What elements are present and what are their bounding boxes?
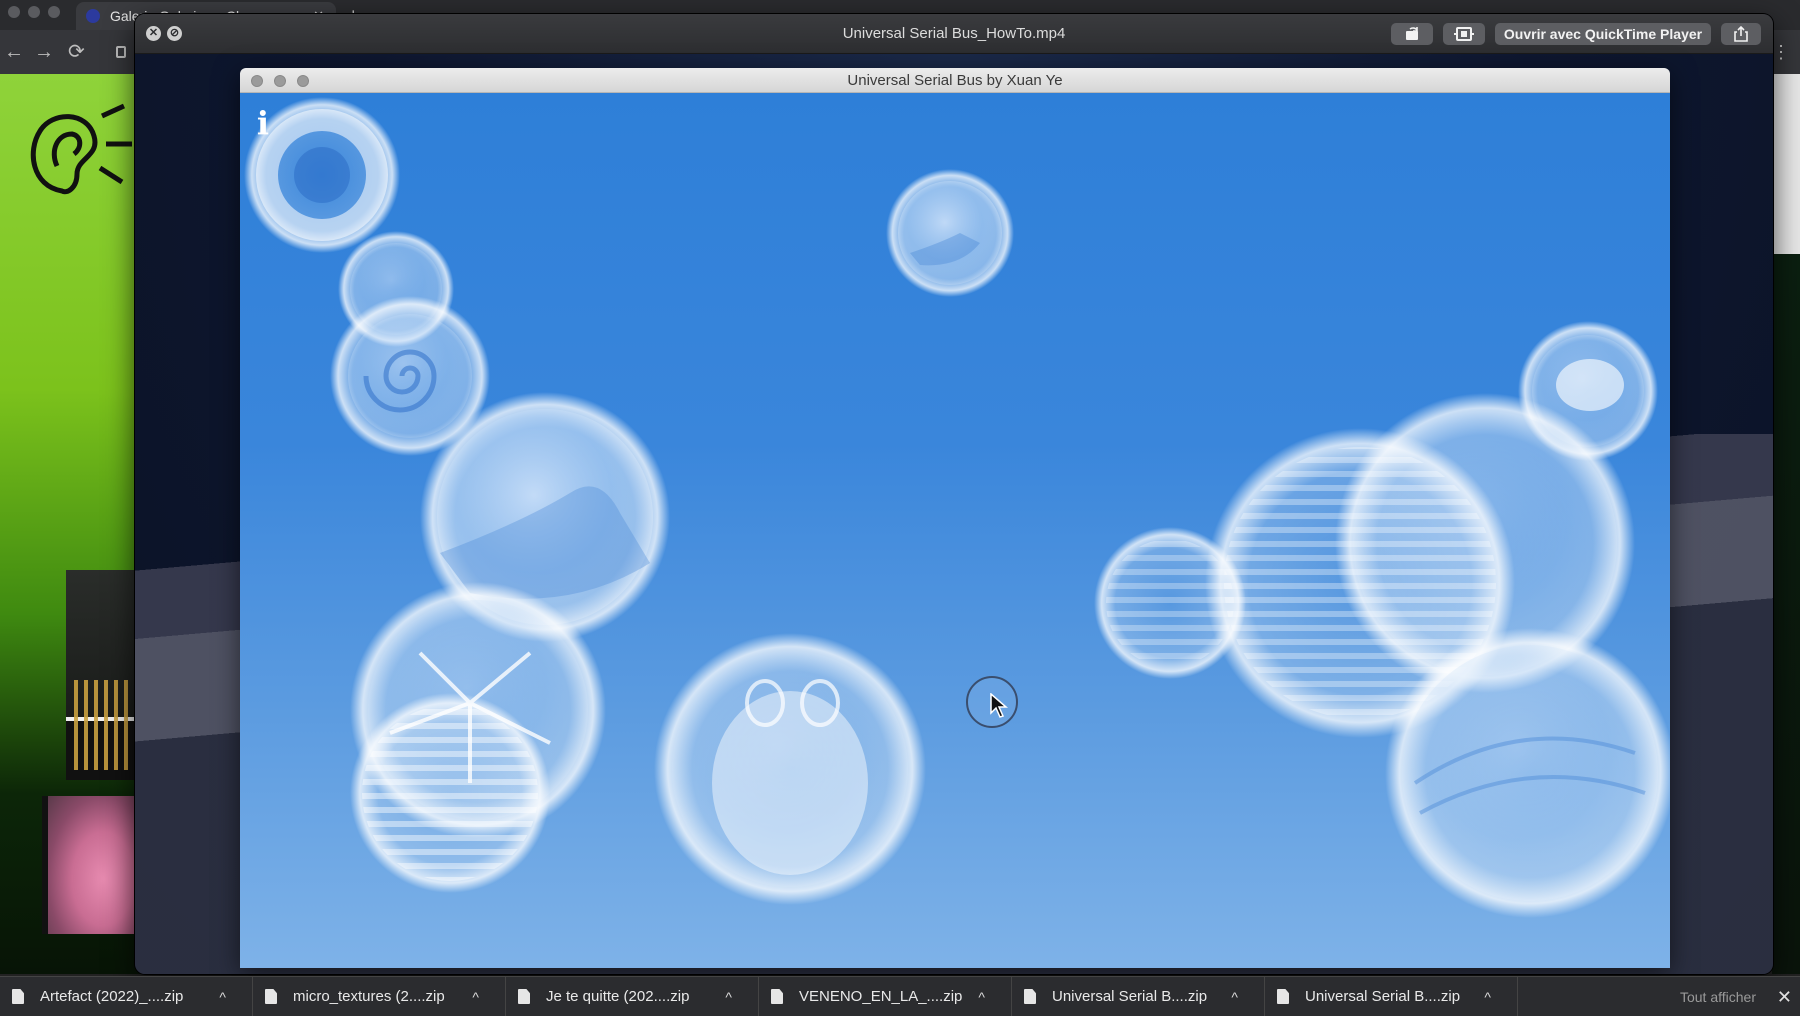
share-button[interactable] bbox=[1721, 23, 1761, 45]
show-all-downloads-link[interactable]: Tout afficher bbox=[1680, 977, 1756, 1016]
browser-traffic-lights bbox=[8, 6, 60, 18]
chevron-up-icon[interactable]: ^ bbox=[978, 977, 985, 1016]
ear-doodle-icon bbox=[30, 103, 132, 195]
download-name: Universal Serial B....zip bbox=[1052, 988, 1208, 1005]
close-icon[interactable]: ✕ bbox=[1777, 977, 1792, 1016]
rotate-icon bbox=[1406, 27, 1418, 40]
browser-menu-icon[interactable]: ⋮ bbox=[1772, 30, 1790, 74]
open-with-quicktime-button[interactable]: Ouvrir avec QuickTime Player bbox=[1495, 23, 1711, 45]
file-icon bbox=[771, 989, 783, 1004]
quicktime-titlebar: ✕ ⊘ Universal Serial Bus_HowTo.mp4 Ouvri… bbox=[135, 14, 1773, 54]
bubbles-layer bbox=[244, 97, 1670, 918]
screen: Galerie Galerie — Clone… ✕ + ← → ⟳ ⋮ ✕ ⊘… bbox=[0, 0, 1800, 1016]
chevron-up-icon[interactable]: ^ bbox=[472, 977, 479, 1016]
app-window: Universal Serial Bus by Xuan Ye i bbox=[240, 68, 1670, 968]
file-icon bbox=[1024, 989, 1036, 1004]
app-titlebar: Universal Serial Bus by Xuan Ye bbox=[240, 68, 1670, 93]
reload-icon[interactable]: ⟳ bbox=[68, 30, 85, 74]
bubble-right-bottom[interactable] bbox=[1385, 628, 1670, 918]
chevron-up-icon[interactable]: ^ bbox=[219, 977, 226, 1016]
download-item[interactable]: micro_textures (2....zip ^ bbox=[253, 977, 506, 1016]
info-button[interactable]: i bbox=[252, 105, 274, 141]
tab-favicon-icon bbox=[86, 9, 100, 23]
download-item[interactable]: Universal Serial B....zip ^ bbox=[1012, 977, 1265, 1016]
download-name: Universal Serial B....zip bbox=[1305, 988, 1461, 1005]
file-icon bbox=[1277, 989, 1289, 1004]
browser-minimize-dot[interactable] bbox=[28, 6, 40, 18]
chevron-up-icon[interactable]: ^ bbox=[725, 977, 732, 1016]
webpage-poster-thumbnail[interactable] bbox=[42, 796, 140, 934]
download-item[interactable]: Artefact (2022)_....zip ^ bbox=[0, 977, 253, 1016]
bubble-top-center[interactable] bbox=[886, 169, 1014, 297]
mouse-cursor-icon bbox=[990, 693, 1009, 718]
rotate-button[interactable] bbox=[1391, 23, 1433, 45]
file-icon bbox=[518, 989, 530, 1004]
download-item[interactable]: Je te quitte (202....zip ^ bbox=[506, 977, 759, 1016]
download-item[interactable]: Universal Serial B....zip ^ bbox=[1265, 977, 1518, 1016]
browser-zoom-dot[interactable] bbox=[48, 6, 60, 18]
bubble-brain-scan[interactable] bbox=[654, 633, 926, 905]
trim-icon bbox=[1454, 27, 1474, 41]
wheat-image bbox=[74, 680, 134, 770]
trim-button[interactable] bbox=[1443, 23, 1485, 45]
chevron-up-icon[interactable]: ^ bbox=[1484, 977, 1491, 1016]
downloads-bar: Artefact (2022)_....zip ^ micro_textures… bbox=[0, 976, 1800, 1016]
app-title: Universal Serial Bus by Xuan Ye bbox=[847, 72, 1063, 89]
download-name: micro_textures (2....zip bbox=[293, 988, 445, 1005]
file-icon bbox=[12, 989, 24, 1004]
bubble-striped[interactable] bbox=[350, 693, 550, 893]
download-name: VENENO_EN_LA_....zip bbox=[799, 988, 963, 1005]
chevron-up-icon[interactable]: ^ bbox=[1231, 977, 1238, 1016]
bubble-canvas[interactable]: i bbox=[240, 93, 1670, 968]
lock-icon bbox=[116, 46, 126, 58]
download-item[interactable]: VENENO_EN_LA_....zip ^ bbox=[759, 977, 1012, 1016]
file-icon bbox=[265, 989, 277, 1004]
browser-close-dot[interactable] bbox=[8, 6, 20, 18]
download-name: Artefact (2022)_....zip bbox=[40, 988, 184, 1005]
back-arrow-icon[interactable]: ← bbox=[4, 30, 24, 74]
share-icon bbox=[1734, 25, 1748, 42]
webpage-right-strip bbox=[1772, 74, 1800, 254]
forward-arrow-icon[interactable]: → bbox=[34, 30, 54, 74]
download-name: Je te quitte (202....zip bbox=[546, 988, 690, 1005]
webpage-right-dark bbox=[1772, 254, 1800, 974]
